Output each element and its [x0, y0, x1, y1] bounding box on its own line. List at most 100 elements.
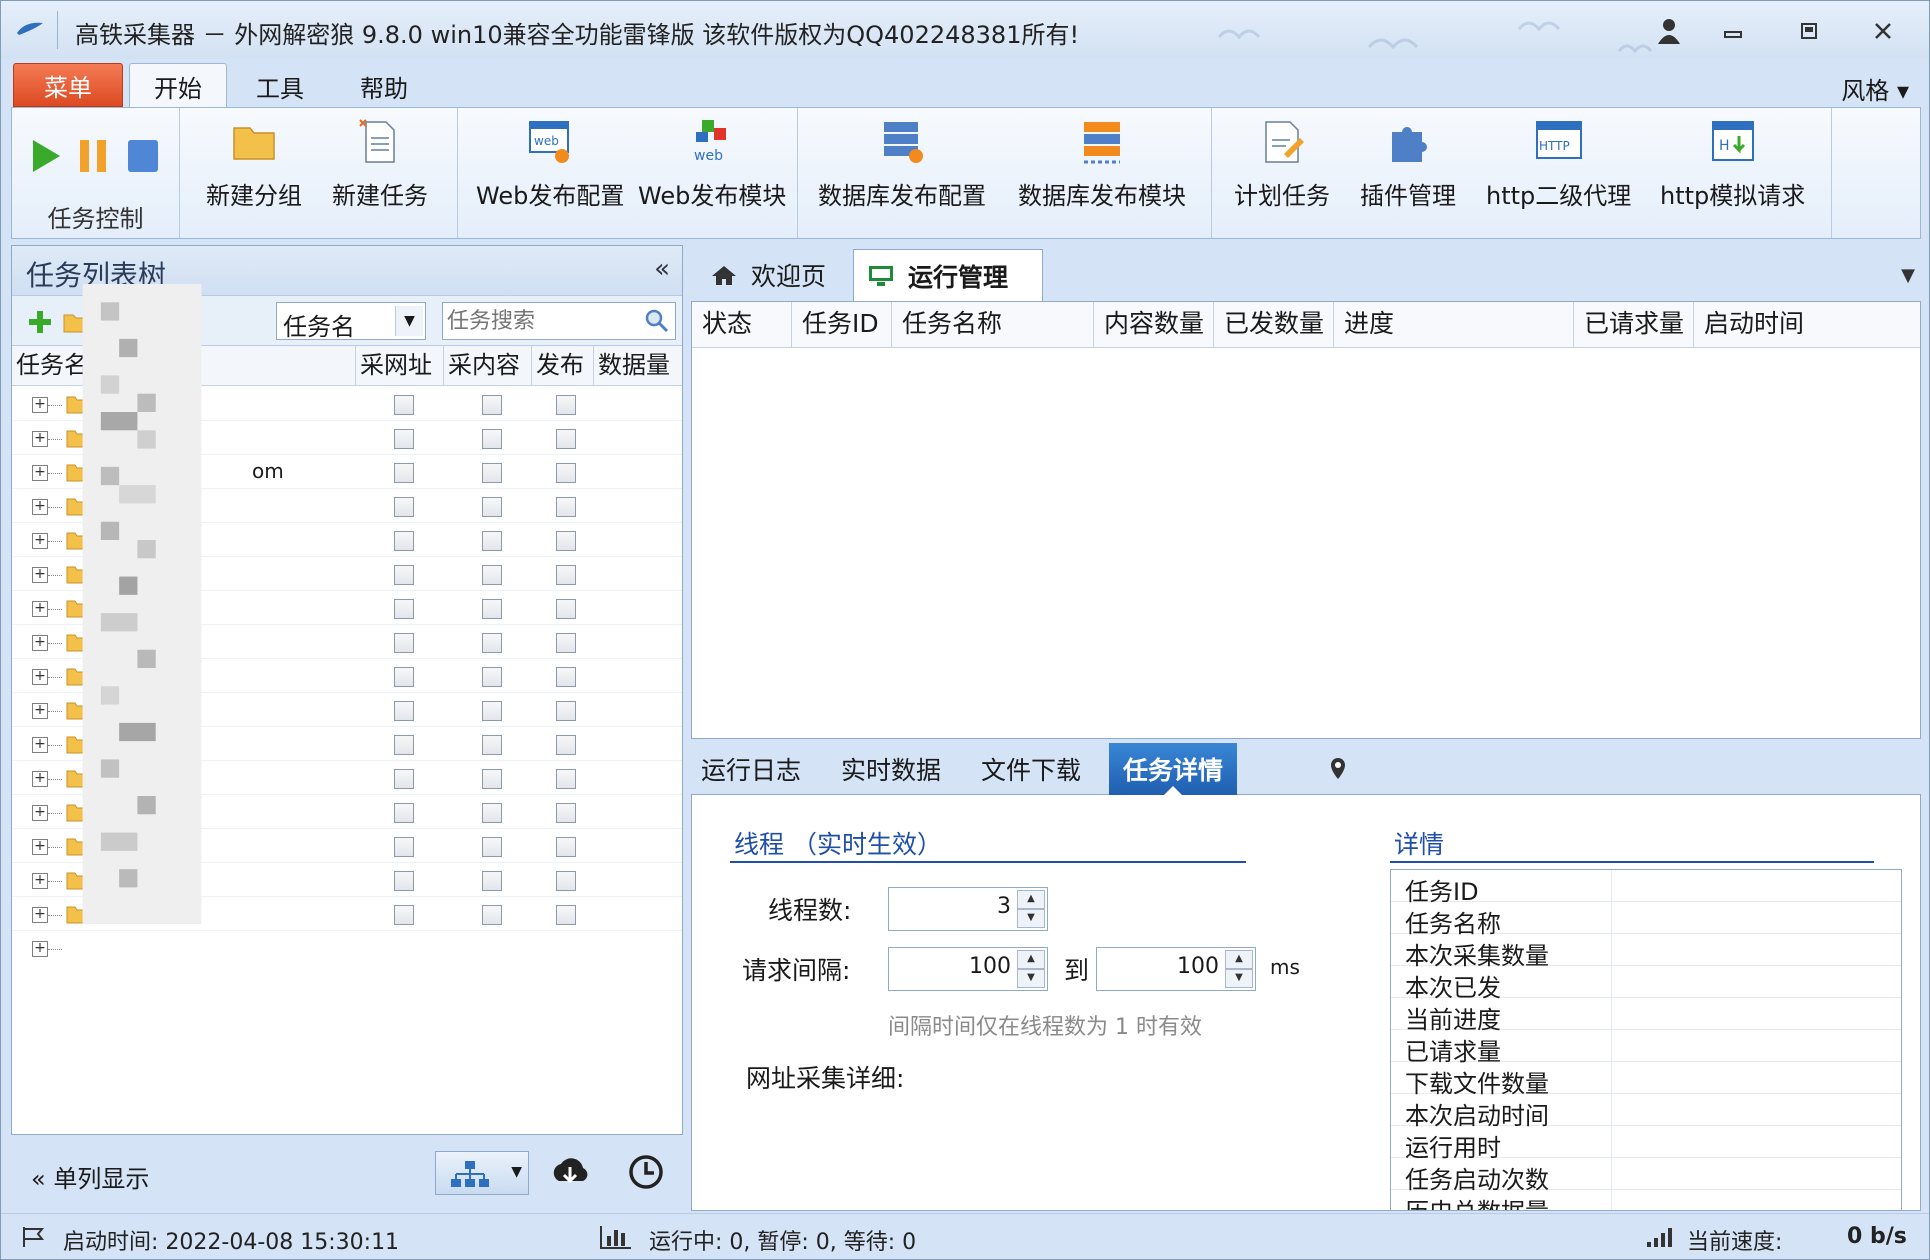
tab-welcome[interactable]: 欢迎页 [697, 249, 847, 301]
tab-tools[interactable]: 工具 [237, 63, 323, 109]
stepper-down-icon[interactable]: ▼ [1017, 969, 1045, 988]
restore-icon[interactable] [1789, 15, 1829, 47]
checkbox[interactable] [482, 463, 502, 483]
expand-icon[interactable]: + [32, 635, 48, 651]
tab-list-dropdown-icon[interactable]: ▼ [1901, 265, 1915, 286]
tree-row[interactable]: + [12, 931, 682, 965]
checkbox[interactable] [482, 395, 502, 415]
checkbox[interactable] [394, 803, 414, 823]
checkbox[interactable] [482, 735, 502, 755]
checkbox[interactable] [394, 871, 414, 891]
thread-count-stepper[interactable]: 3 ▲ ▼ [888, 887, 1048, 931]
tab-start[interactable]: 开始 [129, 63, 227, 109]
expand-icon[interactable]: + [32, 601, 48, 617]
stepper-up-icon[interactable]: ▲ [1017, 890, 1045, 909]
checkbox[interactable] [556, 395, 576, 415]
checkbox[interactable] [394, 531, 414, 551]
stepper-down-icon[interactable]: ▼ [1017, 909, 1045, 928]
user-icon[interactable] [1649, 15, 1689, 47]
checkbox[interactable] [394, 565, 414, 585]
expand-icon[interactable]: + [32, 397, 48, 413]
expand-icon[interactable]: + [32, 941, 48, 957]
stepper-up-icon[interactable]: ▲ [1225, 950, 1253, 969]
checkbox[interactable] [394, 905, 414, 925]
tab-realtime-data[interactable]: 实时数据 [841, 743, 941, 795]
checkbox[interactable] [556, 633, 576, 653]
stop-icon[interactable] [126, 138, 160, 174]
minimize-icon[interactable] [1713, 15, 1753, 47]
search-icon[interactable] [643, 307, 671, 335]
column-publish[interactable]: 发布 [532, 346, 594, 386]
checkbox[interactable] [482, 497, 502, 517]
checkbox[interactable] [394, 633, 414, 653]
tab-help[interactable]: 帮助 [341, 63, 427, 109]
expand-icon[interactable]: + [32, 703, 48, 719]
expand-icon[interactable]: + [32, 805, 48, 821]
column-content-count[interactable]: 内容数量 [1094, 302, 1214, 348]
tab-location[interactable] [1291, 743, 1385, 795]
checkbox[interactable] [556, 565, 576, 585]
web-publish-module-button[interactable]: web Web发布模块 [638, 118, 786, 211]
checkbox[interactable] [394, 735, 414, 755]
tab-run-log[interactable]: 运行日志 [701, 743, 801, 795]
plugin-manage-button[interactable]: 插件管理 [1360, 118, 1456, 211]
checkbox[interactable] [556, 463, 576, 483]
task-search-input[interactable] [447, 306, 637, 336]
close-icon[interactable] [1863, 15, 1903, 47]
http-proxy-button[interactable]: HTTP http二级代理 [1486, 118, 1631, 211]
add-icon[interactable] [26, 308, 54, 336]
expand-icon[interactable]: + [32, 465, 48, 481]
checkbox[interactable] [394, 599, 414, 619]
checkbox[interactable] [482, 905, 502, 925]
checkbox[interactable] [482, 701, 502, 721]
tab-run-management[interactable]: 运行管理 [853, 249, 1043, 301]
web-publish-config-button[interactable]: web Web发布配置 [476, 118, 624, 211]
pause-icon[interactable] [78, 138, 108, 174]
clock-icon[interactable] [627, 1153, 665, 1191]
column-progress[interactable]: 进度 [1334, 302, 1574, 348]
checkbox[interactable] [482, 803, 502, 823]
checkbox[interactable] [556, 803, 576, 823]
checkbox[interactable] [556, 871, 576, 891]
checkbox[interactable] [394, 837, 414, 857]
column-start-time[interactable]: 启动时间 [1694, 302, 1920, 348]
checkbox[interactable] [482, 769, 502, 789]
database-publish-config-button[interactable]: 数据库发布配置 [818, 118, 986, 211]
column-collect-content[interactable]: 采内容 [444, 346, 532, 386]
expand-icon[interactable]: + [32, 567, 48, 583]
checkbox[interactable] [394, 769, 414, 789]
checkbox[interactable] [556, 667, 576, 687]
tab-file-download[interactable]: 文件下载 [981, 743, 1081, 795]
checkbox[interactable] [482, 667, 502, 687]
interval-to-stepper[interactable]: 100 ▲ ▼ [1096, 947, 1256, 991]
scheduled-task-button[interactable]: 计划任务 [1234, 118, 1330, 211]
checkbox[interactable] [394, 395, 414, 415]
checkbox[interactable] [556, 497, 576, 517]
checkbox[interactable] [394, 701, 414, 721]
checkbox[interactable] [394, 429, 414, 449]
checkbox[interactable] [556, 837, 576, 857]
checkbox[interactable] [482, 531, 502, 551]
expand-icon[interactable]: + [32, 873, 48, 889]
checkbox[interactable] [394, 667, 414, 687]
database-publish-module-button[interactable]: 数据库发布模块 [1018, 118, 1186, 211]
checkbox[interactable] [556, 531, 576, 551]
checkbox[interactable] [556, 735, 576, 755]
collapse-panel-button[interactable]: « [654, 254, 670, 284]
column-collect-url[interactable]: 采网址 [356, 346, 444, 386]
checkbox[interactable] [482, 599, 502, 619]
play-icon[interactable] [30, 138, 62, 174]
interval-from-stepper[interactable]: 100 ▲ ▼ [888, 947, 1048, 991]
expand-icon[interactable]: + [32, 771, 48, 787]
checkbox[interactable] [482, 429, 502, 449]
expand-icon[interactable]: + [32, 737, 48, 753]
column-requested-count[interactable]: 已请求量 [1574, 302, 1694, 348]
new-task-button[interactable]: 新建任务 [332, 118, 428, 211]
checkbox[interactable] [556, 905, 576, 925]
column-data-count[interactable]: 数据量 [594, 346, 682, 386]
tab-task-details[interactable]: 任务详情 [1109, 743, 1238, 796]
http-simulate-request-button[interactable]: H http模拟请求 [1660, 118, 1805, 211]
checkbox[interactable] [394, 463, 414, 483]
expand-icon[interactable]: + [32, 907, 48, 923]
stepper-up-icon[interactable]: ▲ [1017, 950, 1045, 969]
